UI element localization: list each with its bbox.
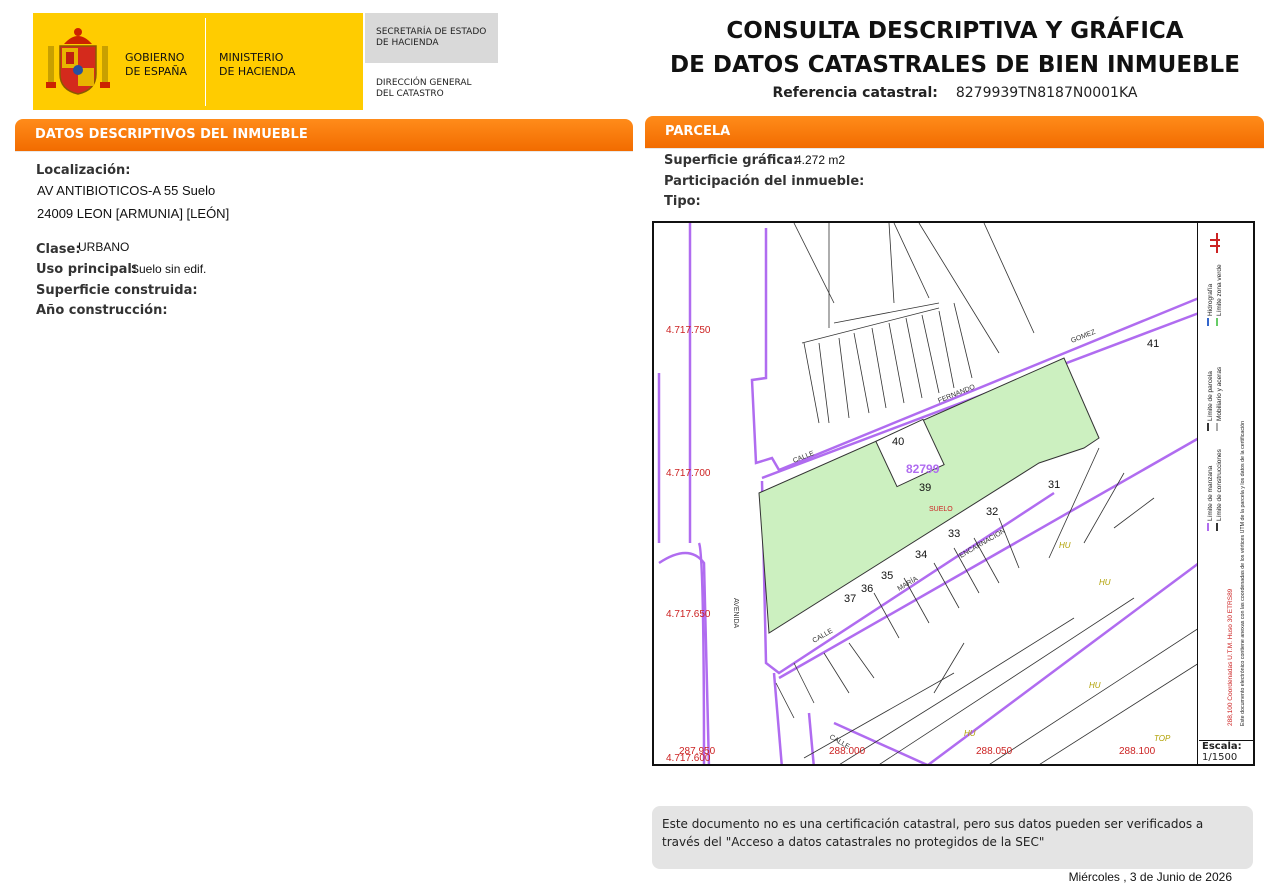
uso-value: Suelo sin edif.	[131, 262, 207, 276]
participacion-label: Participación del inmueble:	[664, 174, 865, 189]
ref-label: Referencia catastral:	[772, 85, 938, 101]
page-title: CONSULTA DESCRIPTIVA Y GRÁFICA DE DATOS …	[670, 18, 1240, 78]
parcela-header: PARCELA	[645, 116, 1264, 148]
zone-label: HU	[1059, 541, 1071, 550]
legend-coords-note: 288,100 Coordenadas U.T.M. Huso 30 ETRS8…	[1227, 588, 1234, 726]
zone-label: HU	[1089, 681, 1101, 690]
block-number: 36	[861, 583, 873, 595]
section-divider	[15, 151, 633, 152]
legend-item: Mobiliario y aceras	[1216, 366, 1223, 421]
block-number: 31	[1048, 479, 1060, 491]
block-number: 33	[948, 528, 960, 540]
block-number: 32	[986, 506, 998, 518]
gobierno-text: GOBIERNO DE ESPAÑA	[125, 51, 188, 78]
utm-y-label: 4.717.750	[666, 325, 711, 336]
zone-label: HU	[964, 729, 976, 738]
escala-value: 1/1500	[1202, 752, 1238, 763]
legend-doc-note: Este documento electrónico contiene anex…	[1240, 421, 1246, 726]
escala-label: Escala:	[1202, 741, 1242, 752]
referencia-catastral: Referencia catastral: 8279939TN8187N0001K…	[640, 85, 1270, 101]
street-label: CALLE	[812, 627, 835, 644]
secretaria-text: SECRETARÍA DE ESTADO DE HACIENDA	[376, 27, 487, 48]
utm-x-label: 287.950	[679, 746, 716, 757]
cadastral-map[interactable]: 4.717.750 4.717.700 4.717.650 4.717.600 …	[652, 221, 1255, 766]
block-number: 41	[1147, 338, 1159, 350]
zone-label: TOP	[1154, 734, 1171, 743]
zone-label: HU	[1099, 578, 1111, 587]
parcel-id-label: 82799	[906, 462, 940, 476]
logo-divider	[205, 18, 206, 106]
block-number: 40	[892, 436, 904, 448]
ministerio-text: MINISTERIO DE HACIENDA	[219, 51, 296, 78]
map-svg: 4.717.750 4.717.700 4.717.650 4.717.600 …	[657, 223, 1200, 764]
superficie-construida-label: Superficie construida:	[36, 283, 198, 298]
escala-box: Escala: 1/1500	[1199, 740, 1253, 764]
utm-x-label: 288.100	[1119, 746, 1156, 757]
coat-of-arms-icon	[46, 28, 110, 95]
localizacion-line2: 24009 LEON [ARMUNIA] [LEÓN]	[37, 206, 230, 221]
direccion-text: DIRECCIÓN GENERAL DEL CATASTRO	[376, 78, 472, 99]
verification-note: Este documento no es una certificación c…	[652, 806, 1253, 869]
block-number: 34	[915, 549, 927, 561]
localizacion-label: Localización:	[36, 163, 131, 178]
parcel-type-label: SUELO	[929, 506, 953, 513]
legend-item: Hidrografía	[1207, 283, 1214, 316]
legend-item: Límite de construcciones	[1216, 448, 1223, 521]
ref-value: 8279939TN8187N0001KA	[955, 85, 1138, 101]
superficie-grafica-value: 4.272 m2	[795, 153, 846, 167]
utm-y-label: 4.717.700	[666, 468, 711, 479]
superficie-grafica-label: Superficie gráfica:	[664, 153, 799, 168]
document-date: Miércoles , 3 de Junio de 2026	[1068, 870, 1232, 884]
descriptivos-header: DATOS DESCRIPTIVOS DEL INMUEBLE	[15, 119, 633, 151]
clase-value: URBANO	[78, 240, 130, 254]
uso-label: Uso principal:	[36, 262, 138, 277]
block-number: 39	[919, 482, 931, 494]
street-label: ENCARNACION	[959, 528, 1007, 560]
section-divider	[645, 148, 1264, 149]
map-legend: Límite de manzana Límite de construccion…	[1197, 221, 1255, 766]
legend-svg: Límite de manzana Límite de construccion…	[1207, 233, 1246, 726]
legend-item: Límite zona verde	[1216, 264, 1223, 316]
utm-y-label: 4.717.650	[666, 609, 711, 620]
legend-item: Límite de manzana	[1207, 465, 1214, 521]
utm-x-label: 288.050	[976, 746, 1013, 757]
street-label: AVENIDA	[732, 598, 739, 629]
tipo-label: Tipo:	[664, 194, 701, 209]
block-number: 37	[844, 593, 856, 605]
block-number: 35	[881, 570, 893, 582]
ano-construccion-label: Año construcción:	[36, 303, 168, 318]
legend-item: Límite de parcela	[1207, 371, 1214, 421]
clase-label: Clase:	[36, 242, 81, 257]
localizacion-line1: AV ANTIBIOTICOS-A 55 Suelo	[37, 183, 216, 198]
